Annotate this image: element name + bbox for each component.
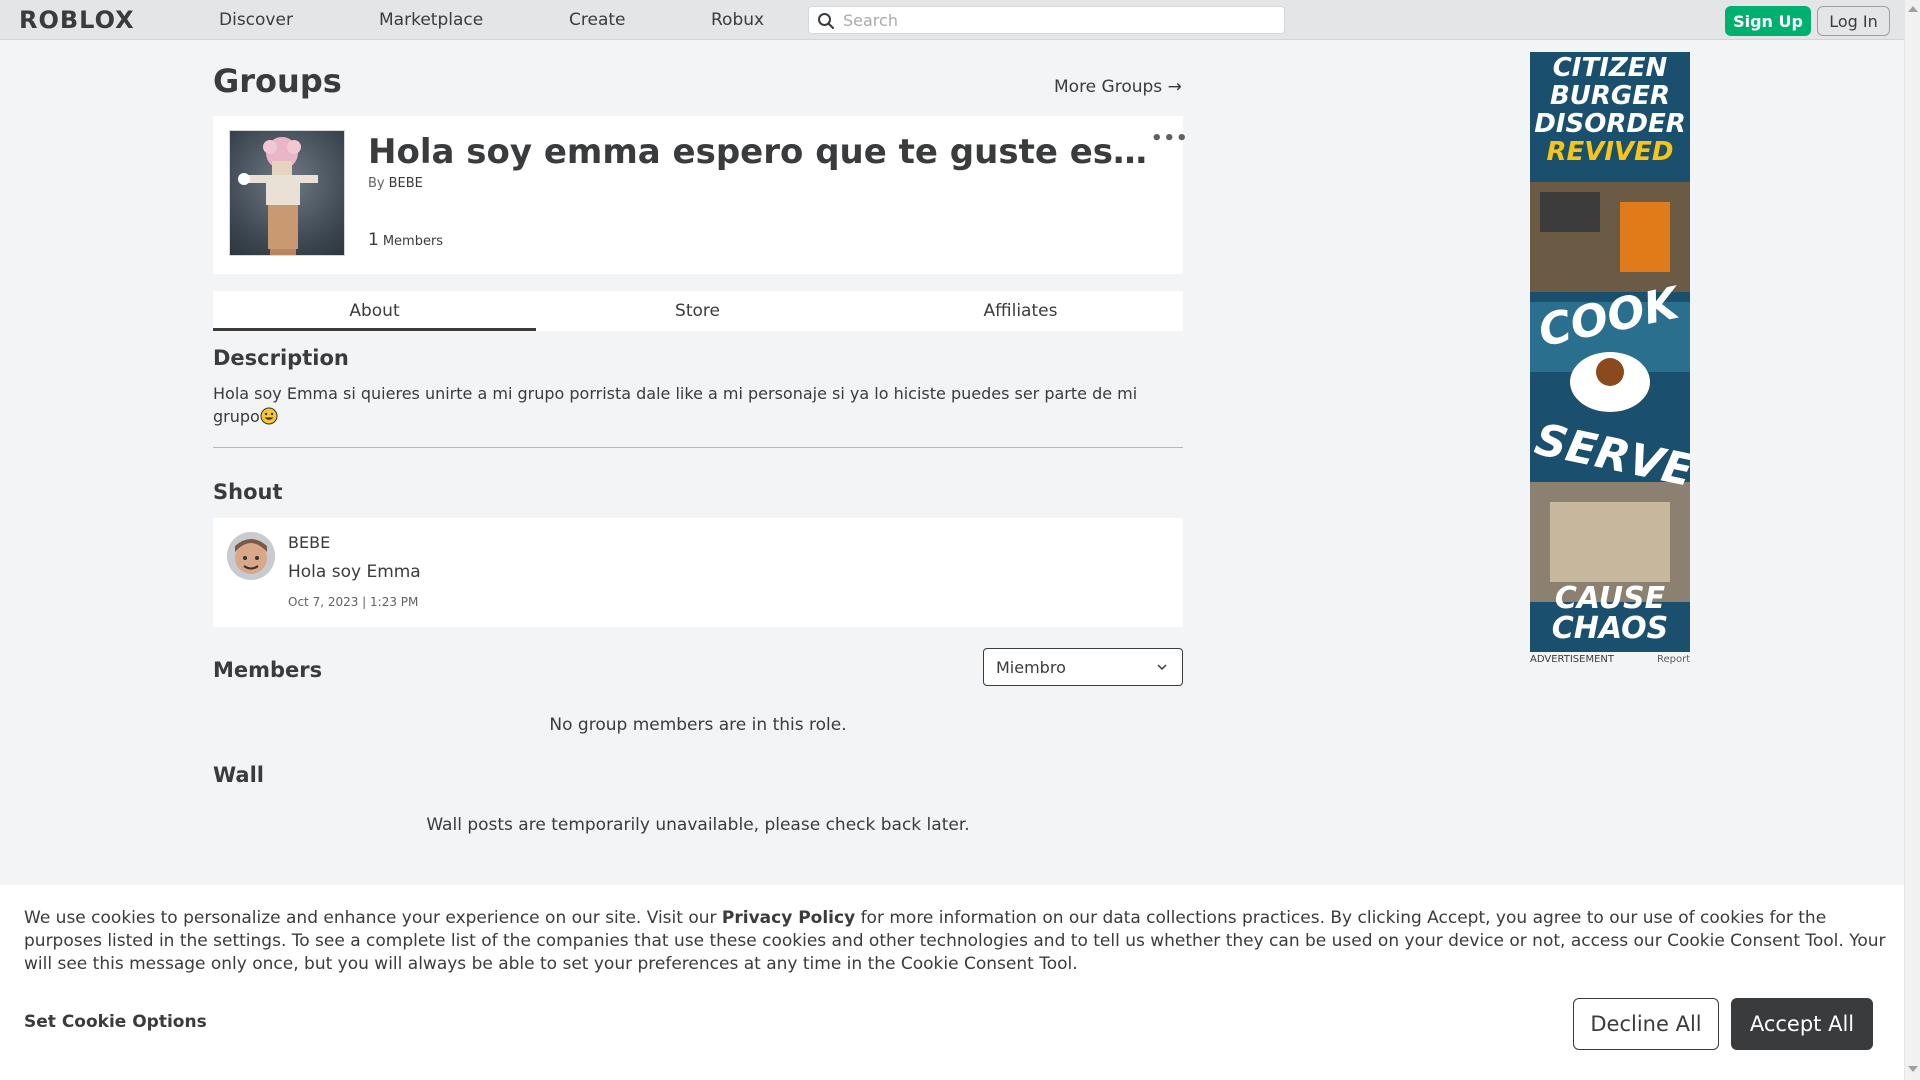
accept-all-button[interactable]: Accept All [1731, 998, 1873, 1050]
group-tabs: About Store Affiliates [213, 291, 1183, 331]
ad-revived: REVIVED [1546, 137, 1674, 167]
decline-all-button[interactable]: Decline All [1573, 998, 1719, 1050]
avatar-figure-icon [238, 137, 318, 255]
shout-heading: Shout [213, 480, 283, 504]
page-title: Groups [213, 62, 342, 100]
more-options-icon[interactable]: ••• [1151, 128, 1189, 149]
top-navigation-bar: RΟBLOX Discover Marketplace Create Robux… [0, 0, 1904, 40]
members-label: Members [382, 234, 444, 249]
group-emblem-image [229, 130, 345, 256]
ad-chaos-line: CHAOS [1551, 611, 1669, 646]
cookie-notice-text: We use cookies to personalize and enhanc… [24, 907, 1886, 976]
scroll-down-arrow-icon[interactable] [1908, 1066, 1918, 1072]
nav-link-marketplace[interactable]: Marketplace [379, 10, 483, 30]
role-dropdown-value: Miembro [996, 658, 1066, 677]
nav-link-create[interactable]: Create [569, 10, 626, 30]
more-groups-link[interactable]: More Groups → [1054, 77, 1182, 97]
chevron-down-icon [1157, 664, 1167, 671]
wall-unavailable-message: Wall posts are temporarily unavailable, … [426, 815, 970, 835]
member-count-value: 1 [368, 230, 379, 250]
by-label: By [368, 176, 385, 191]
privacy-policy-link[interactable]: Privacy Policy [722, 908, 855, 928]
description-heading: Description [213, 346, 349, 370]
ad-cause-line: CAUSE [1554, 581, 1666, 616]
tab-about[interactable]: About [213, 291, 536, 331]
description-body: Hola soy Emma si quieres unirte a mi gru… [213, 384, 1138, 426]
advertisement-banner[interactable]: CITIZEN BURGER DISORDER REVIVED COOK SER… [1530, 52, 1690, 652]
grinning-emoji-icon [260, 407, 278, 425]
scroll-up-arrow-icon[interactable] [1908, 6, 1918, 12]
ad-headline: CITIZEN BURGER DISORDER REVIVED [1530, 54, 1690, 166]
tab-store[interactable]: Store [536, 291, 859, 331]
ad-cause-chaos: CAUSE CHAOS [1530, 584, 1690, 644]
log-in-button[interactable]: Log In [1817, 6, 1890, 36]
sign-up-button[interactable]: Sign Up [1725, 6, 1811, 36]
no-members-message: No group members are in this role. [549, 715, 847, 735]
search-input[interactable] [843, 9, 1273, 31]
shout-message: Hola soy Emma [288, 562, 421, 582]
cookie-consent-banner: We use cookies to personalize and enhanc… [0, 885, 1904, 1080]
group-member-count: 1 Members [368, 230, 443, 250]
search-icon[interactable] [817, 12, 835, 30]
user-headshot-icon [227, 532, 275, 580]
shout-timestamp: Oct 7, 2023 | 1:23 PM [288, 595, 419, 609]
section-divider [213, 447, 1183, 448]
ad-headline-line-2: BURGER [1549, 81, 1671, 111]
wall-heading: Wall [213, 763, 264, 787]
group-owner-link[interactable]: BEBE [389, 176, 423, 191]
ad-headline-line-3: DISORDER [1534, 109, 1686, 139]
roblox-logo[interactable]: RΟBLOX [19, 6, 135, 34]
description-text: Hola soy Emma si quieres unirte a mi gru… [213, 382, 1183, 428]
shout-username[interactable]: BEBE [288, 533, 330, 552]
group-header-card: Hola soy emma espero que te guste este g… [213, 116, 1188, 274]
role-dropdown[interactable]: Miembro [983, 648, 1183, 686]
ad-headline-line-1: CITIZEN [1552, 53, 1668, 83]
search-box [808, 6, 1285, 34]
members-heading: Members [213, 658, 323, 682]
page-scrollbar[interactable] [1904, 0, 1920, 1080]
advertisement-label: ADVERTISEMENT [1530, 654, 1615, 665]
tab-affiliates[interactable]: Affiliates [859, 291, 1182, 331]
cookie-text-before: We use cookies to personalize and enhanc… [24, 908, 722, 928]
ad-report-link[interactable]: Report [1657, 654, 1690, 665]
shout-card: BEBE Hola soy Emma Oct 7, 2023 | 1:23 PM [213, 518, 1183, 627]
nav-link-discover[interactable]: Discover [219, 10, 293, 30]
group-owner: By BEBE [368, 176, 423, 191]
group-name: Hola soy emma espero que te guste este g… [368, 132, 1158, 172]
avatar[interactable] [227, 532, 275, 580]
nav-link-robux[interactable]: Robux [711, 10, 764, 30]
set-cookie-options-link[interactable]: Set Cookie Options [24, 1012, 207, 1032]
